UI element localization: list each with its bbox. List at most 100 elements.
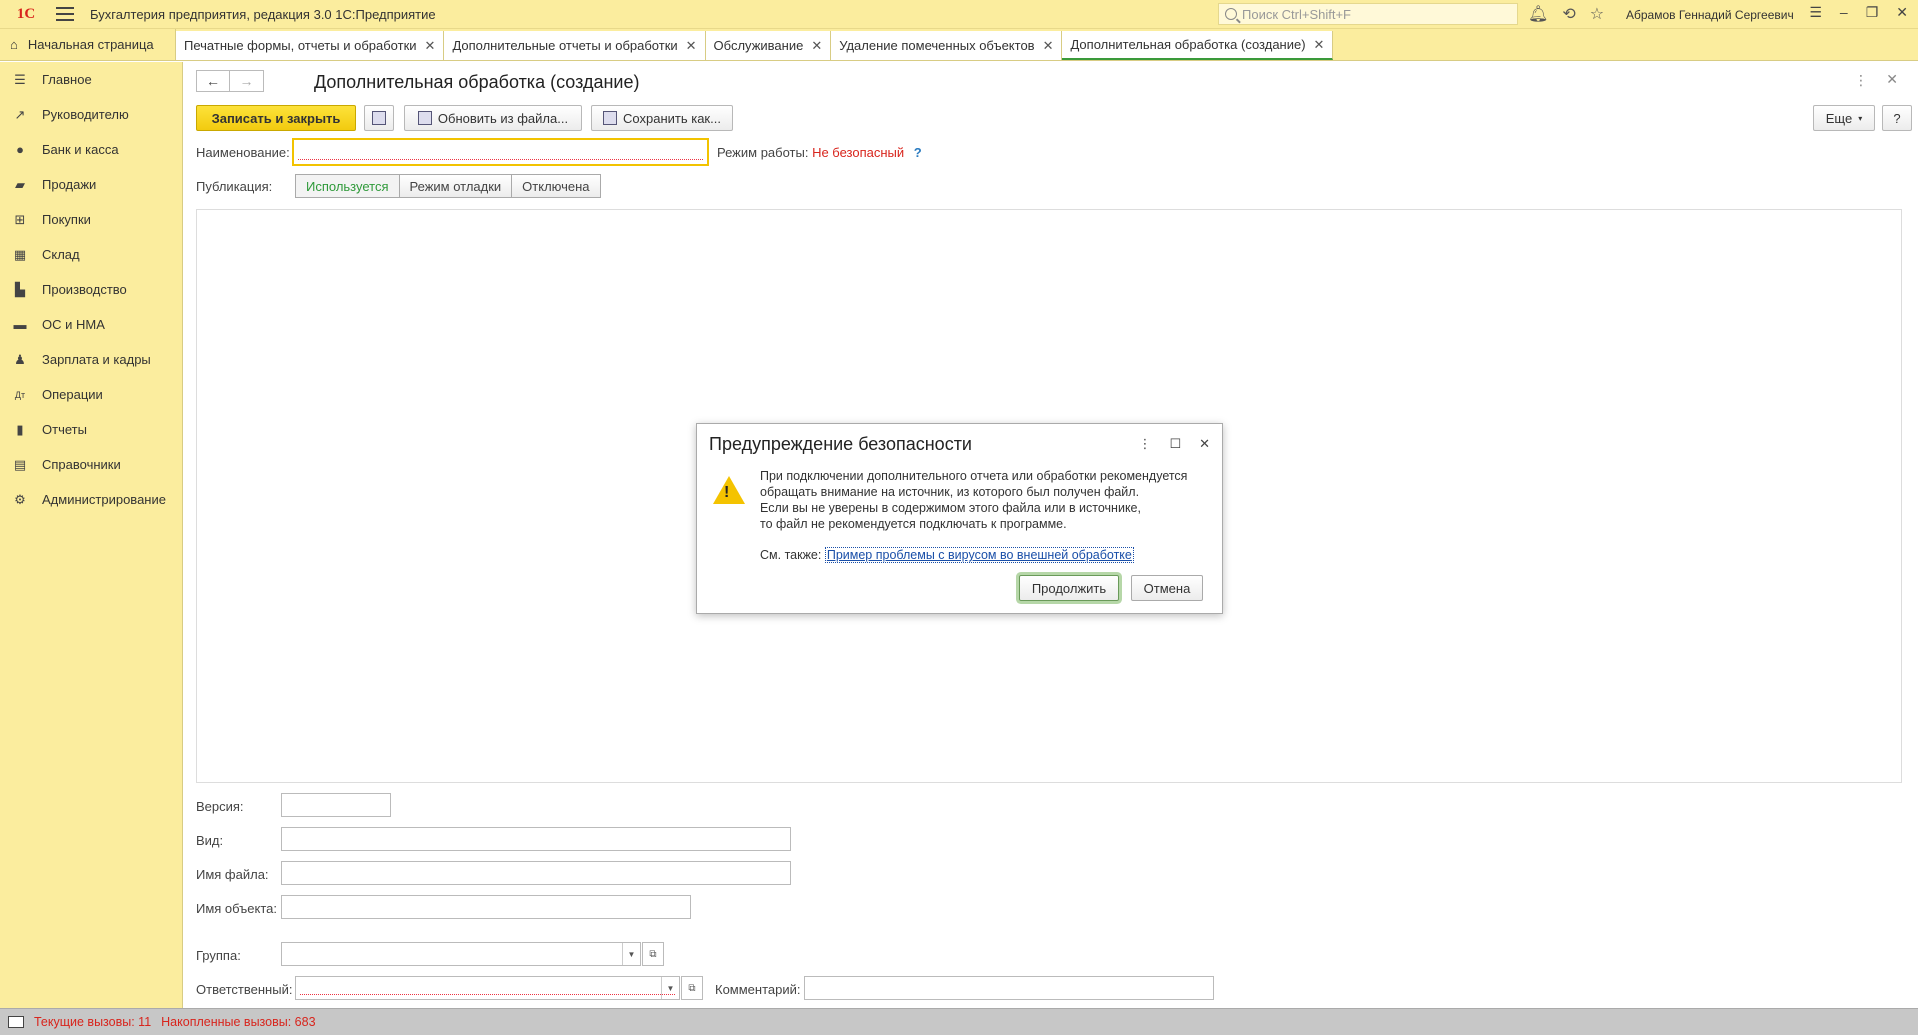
continue-button[interactable]: Продолжить bbox=[1019, 575, 1119, 601]
tab-additional-reports[interactable]: Дополнительные отчеты и обработки ✕ bbox=[444, 31, 706, 60]
sidebar-item-operations[interactable]: Дт Операции bbox=[0, 377, 182, 412]
close-icon[interactable]: ✕ bbox=[1896, 4, 1908, 21]
sidebar-item-warehouse[interactable]: ▦ Склад bbox=[0, 237, 182, 272]
close-icon[interactable]: ✕ bbox=[1199, 436, 1210, 452]
user-name[interactable]: Абрамов Геннадий Сергеевич bbox=[1626, 8, 1794, 22]
titlebar-icons: 🔔︎ ⟲ ☆ bbox=[1528, 4, 1604, 24]
publication-option-debug[interactable]: Режим отладки bbox=[399, 175, 513, 197]
sidebar-item-references[interactable]: ▤ Справочники bbox=[0, 447, 182, 482]
responsible-dropdown-icon[interactable]: ▼ bbox=[661, 977, 679, 999]
settings-menu-icon[interactable]: ☰ bbox=[1809, 4, 1822, 21]
close-tab-icon[interactable]: ✕ bbox=[686, 38, 697, 54]
tab-home[interactable]: ⌂ Начальная страница bbox=[0, 29, 176, 60]
dialog-message-line: то файл не рекомендуется подключать к пр… bbox=[760, 517, 1067, 531]
close-form-icon[interactable]: ✕ bbox=[1886, 71, 1898, 88]
sidebar-item-bank[interactable]: ● Банк и касса bbox=[0, 132, 182, 167]
filename-field[interactable] bbox=[281, 861, 791, 885]
sidebar-item-sales[interactable]: ▰ Продажи bbox=[0, 167, 182, 202]
sidebar-item-label: Администрирование bbox=[42, 492, 166, 507]
search-placeholder: Поиск Ctrl+Shift+F bbox=[1242, 6, 1351, 22]
tab-delete-marked[interactable]: Удаление помеченных объектов ✕ bbox=[831, 31, 1063, 60]
kind-label: Вид: bbox=[196, 833, 224, 848]
version-field[interactable] bbox=[281, 793, 391, 817]
dialog-controls: ⋮ ☐ ✕ bbox=[1138, 436, 1210, 452]
sidebar-item-purchases[interactable]: ⊞ Покупки bbox=[0, 202, 182, 237]
close-tab-icon[interactable]: ✕ bbox=[1314, 37, 1325, 53]
objectname-label: Имя объекта: bbox=[196, 901, 278, 916]
save-button[interactable] bbox=[364, 105, 394, 131]
book-icon: ▤ bbox=[13, 456, 27, 472]
menu-icon[interactable] bbox=[56, 7, 74, 21]
sidebar-item-admin[interactable]: ⚙ Администрирование bbox=[0, 482, 182, 517]
sidebar-item-manager[interactable]: ↗ Руководителю bbox=[0, 97, 182, 132]
responsible-open-button[interactable]: ⧉ bbox=[681, 976, 703, 1000]
more-label: Еще bbox=[1825, 110, 1853, 126]
tab-home-label: Начальная страница bbox=[27, 37, 154, 52]
tab-maintenance[interactable]: Обслуживание ✕ bbox=[705, 31, 832, 60]
update-from-file-label: Обновить из файла... bbox=[437, 110, 569, 126]
star-icon[interactable]: ☆ bbox=[1590, 4, 1604, 24]
update-icon bbox=[417, 111, 432, 125]
app-title: Бухгалтерия предприятия, редакция 3.0 1С… bbox=[90, 6, 436, 22]
dialog-message-line: При подключении дополнительного отчета и… bbox=[760, 469, 1188, 483]
tab-label: Дополнительная обработка (создание) bbox=[1070, 37, 1306, 52]
comment-field[interactable] bbox=[804, 976, 1214, 1000]
group-field[interactable]: ▼ bbox=[281, 942, 641, 966]
search-input[interactable]: Поиск Ctrl+Shift+F bbox=[1218, 3, 1518, 25]
responsible-field[interactable]: ▼ bbox=[295, 976, 680, 1000]
name-input[interactable] bbox=[292, 138, 709, 166]
group-dropdown-icon[interactable]: ▼ bbox=[622, 943, 640, 965]
floppy-icon bbox=[372, 111, 386, 125]
publication-option-disabled[interactable]: Отключена bbox=[512, 175, 600, 197]
close-tab-icon[interactable]: ✕ bbox=[1043, 38, 1054, 54]
minimize-icon[interactable]: – bbox=[1840, 4, 1848, 21]
tab-print-forms[interactable]: Печатные формы, отчеты и обработки ✕ bbox=[176, 31, 445, 60]
sidebar-item-reports[interactable]: ▮ Отчеты bbox=[0, 412, 182, 447]
kind-field[interactable] bbox=[281, 827, 791, 851]
form-toolbar: Записать и закрыть Обновить из файла... … bbox=[196, 105, 1912, 131]
save-as-button[interactable]: Сохранить как... bbox=[591, 105, 733, 131]
title-bar: 1С Бухгалтерия предприятия, редакция 3.0… bbox=[0, 0, 1918, 29]
more-vert-icon[interactable]: ⋮ bbox=[1138, 436, 1151, 452]
save-as-icon bbox=[603, 111, 618, 125]
tab-additional-processing-create[interactable]: Дополнительная обработка (создание) ✕ bbox=[1062, 31, 1334, 60]
arrow-left-icon: ← bbox=[206, 73, 220, 89]
objectname-field[interactable] bbox=[281, 895, 691, 919]
gear-icon: ⚙ bbox=[14, 491, 26, 507]
sidebar-item-label: Отчеты bbox=[42, 422, 87, 437]
publication-option-used[interactable]: Используется bbox=[296, 175, 400, 197]
bag-icon: ▰ bbox=[15, 176, 25, 192]
sidebar-item-main[interactable]: ☰ Главное bbox=[0, 62, 182, 97]
mode-row: Режим работы: Не безопасный ? bbox=[717, 145, 922, 160]
close-tab-icon[interactable]: ✕ bbox=[425, 38, 436, 54]
close-tab-icon[interactable]: ✕ bbox=[811, 38, 822, 54]
sidebar-item-assets[interactable]: ▬ ОС и НМА bbox=[0, 307, 182, 342]
help-button[interactable]: ? bbox=[1882, 105, 1912, 131]
more-button[interactable]: Еще ▾ bbox=[1813, 105, 1875, 131]
sidebar-item-label: Банк и касса bbox=[42, 142, 119, 157]
group-open-button[interactable]: ⧉ bbox=[642, 942, 664, 966]
update-from-file-button[interactable]: Обновить из файла... bbox=[404, 105, 582, 131]
more-vert-icon[interactable]: ⋮ bbox=[1854, 72, 1868, 89]
factory-icon: ▙ bbox=[15, 281, 25, 297]
windows-icon[interactable] bbox=[8, 1016, 24, 1028]
sidebar-item-label: Покупки bbox=[42, 212, 91, 227]
history-icon[interactable]: ⟲ bbox=[1562, 4, 1575, 24]
app-logo[interactable]: 1С bbox=[8, 4, 44, 24]
mode-value: Не безопасный bbox=[812, 145, 905, 160]
restore-icon[interactable]: ❐ bbox=[1866, 4, 1879, 21]
name-label: Наименование: bbox=[196, 145, 290, 160]
mode-help-link[interactable]: ? bbox=[914, 145, 922, 160]
sidebar-item-production[interactable]: ▙ Производство bbox=[0, 272, 182, 307]
back-button[interactable]: ← bbox=[196, 70, 230, 92]
save-as-label: Сохранить как... bbox=[623, 110, 721, 126]
maximize-icon[interactable]: ☐ bbox=[1169, 436, 1181, 452]
forward-button[interactable]: → bbox=[230, 70, 264, 92]
virus-example-link[interactable]: Пример проблемы с вирусом во внешней обр… bbox=[824, 547, 1134, 563]
list-icon: ☰ bbox=[14, 71, 26, 87]
tab-label: Печатные формы, отчеты и обработки bbox=[184, 38, 417, 53]
cancel-button[interactable]: Отмена bbox=[1131, 575, 1203, 601]
bell-icon[interactable]: 🔔︎ bbox=[1528, 4, 1548, 24]
save-and-close-button[interactable]: Записать и закрыть bbox=[196, 105, 356, 131]
sidebar-item-salary[interactable]: ♟ Зарплата и кадры bbox=[0, 342, 182, 377]
